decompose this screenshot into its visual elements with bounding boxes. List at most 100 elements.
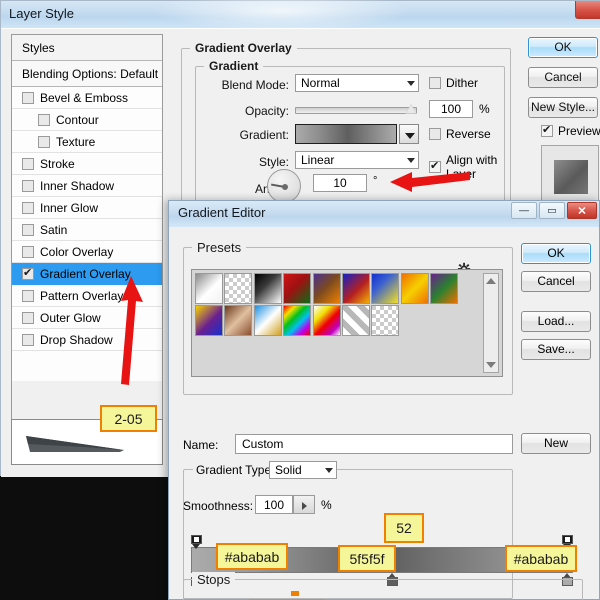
maximize-icon[interactable]: ▭: [539, 202, 565, 219]
style-row-satin[interactable]: Satin: [12, 219, 162, 241]
opacity-slider-track[interactable]: [295, 107, 417, 114]
scroll-down-icon[interactable]: [486, 362, 496, 368]
style-checkbox[interactable]: [22, 91, 34, 104]
style-label: Color Overlay: [40, 244, 114, 259]
angle-input[interactable]: 10: [313, 174, 367, 192]
smoothness-stepper[interactable]: [293, 495, 315, 514]
new-style-button[interactable]: New Style...: [528, 97, 598, 118]
style-row-contour[interactable]: Contour: [12, 109, 162, 131]
mid-stop-color-label: 5f5f5f: [338, 545, 396, 572]
ge-cancel-button[interactable]: Cancel: [521, 271, 591, 292]
blending-options-row[interactable]: Blending Options: Default: [12, 61, 162, 87]
preview-checkbox-row[interactable]: Preview: [541, 123, 600, 138]
close-icon[interactable]: [575, 1, 600, 19]
gradient-preview-swatch[interactable]: [295, 124, 397, 144]
style-row-bevel-emboss[interactable]: Bevel & Emboss: [12, 87, 162, 109]
gradient-type-select[interactable]: Solid: [269, 461, 337, 479]
align-with-layer-checkbox[interactable]: [429, 159, 441, 173]
style-label: Outer Glow: [40, 310, 101, 325]
style-row-inner-glow[interactable]: Inner Glow: [12, 197, 162, 219]
dither-checkbox[interactable]: [429, 77, 441, 89]
style-row-gradient-overlay[interactable]: Gradient Overlay: [12, 263, 162, 285]
layer-preview-box: [541, 145, 599, 207]
presets-list-box[interactable]: [191, 269, 503, 377]
gradient-style-value: Linear: [301, 153, 335, 167]
style-checkbox[interactable]: [38, 135, 50, 148]
wedge-shape-icon: [26, 436, 124, 452]
align-with-layer-row[interactable]: Align with Layer: [429, 153, 521, 181]
preset-swatch[interactable]: [195, 305, 223, 336]
presets-legend: Presets: [192, 240, 247, 255]
preset-swatch[interactable]: [312, 305, 341, 336]
preset-swatch[interactable]: [253, 305, 282, 336]
style-row-inner-shadow[interactable]: Inner Shadow: [12, 175, 162, 197]
style-checkbox[interactable]: [38, 113, 50, 126]
dither-checkbox-row[interactable]: Dither: [429, 76, 478, 90]
style-row-drop-shadow[interactable]: Drop Shadow: [12, 329, 162, 351]
style-row-outer-glow[interactable]: Outer Glow: [12, 307, 162, 329]
preset-swatch[interactable]: [283, 305, 312, 336]
style-checkbox[interactable]: [22, 157, 34, 170]
smoothness-input[interactable]: 100: [255, 495, 293, 514]
preset-swatch[interactable]: [430, 273, 459, 304]
style-checkbox[interactable]: [22, 333, 34, 346]
preset-swatch[interactable]: [312, 273, 341, 304]
style-row-pattern-overlay[interactable]: Pattern Overlay: [12, 285, 162, 307]
preset-swatch[interactable]: [341, 273, 370, 304]
gradient-style-select[interactable]: Linear: [295, 151, 419, 169]
ge-load-button[interactable]: Load...: [521, 311, 591, 332]
preset-swatch[interactable]: [371, 305, 400, 336]
style-row-stroke[interactable]: Stroke: [12, 153, 162, 175]
ok-button[interactable]: OK: [528, 37, 598, 58]
right-stop-color-label: #ababab: [505, 545, 577, 572]
opacity-stop-left[interactable]: [191, 535, 202, 549]
style-checkbox[interactable]: [22, 289, 34, 302]
ge-save-button[interactable]: Save...: [521, 339, 591, 360]
style-label: Inner Glow: [40, 200, 99, 215]
opacity-unit: %: [479, 102, 490, 116]
minimize-icon[interactable]: —: [511, 202, 537, 219]
style-checkbox[interactable]: [22, 311, 34, 324]
style-row-texture[interactable]: Texture: [12, 131, 162, 153]
gradient-editor-titlebar[interactable]: Gradient Editor — ▭ ✕: [169, 201, 599, 227]
gradient-type-value: Solid: [275, 463, 302, 477]
close-icon[interactable]: ✕: [567, 202, 597, 219]
preset-swatch[interactable]: [224, 305, 253, 336]
reverse-checkbox-row[interactable]: Reverse: [429, 127, 491, 141]
name-label: Name:: [183, 438, 219, 452]
style-checkbox[interactable]: [22, 223, 34, 236]
scroll-up-icon[interactable]: [486, 278, 496, 284]
preview-checkbox[interactable]: [541, 123, 553, 137]
ge-new-button[interactable]: New: [521, 433, 591, 454]
opacity-stop-pointer: [192, 544, 200, 549]
opacity-stop-swatch: [562, 535, 573, 544]
reverse-checkbox[interactable]: [429, 128, 441, 140]
preset-swatch[interactable]: [371, 273, 400, 304]
style-label: Satin: [40, 222, 68, 237]
titlebar-glow: [151, 0, 411, 31]
style-checkbox[interactable]: [22, 201, 34, 214]
name-input[interactable]: Custom: [235, 434, 513, 454]
style-checkbox[interactable]: [22, 266, 34, 280]
preset-swatch[interactable]: [224, 273, 253, 304]
ge-ok-button[interactable]: OK: [521, 243, 591, 264]
preset-swatch[interactable]: [283, 273, 312, 304]
style-checkbox[interactable]: [22, 245, 34, 258]
gradient-picker-dropdown[interactable]: [399, 124, 419, 144]
blend-mode-select[interactable]: Normal: [295, 74, 419, 92]
opacity-input[interactable]: 100: [429, 100, 473, 118]
preset-swatch[interactable]: [341, 305, 370, 336]
style-checkbox[interactable]: [22, 179, 34, 192]
cancel-button[interactable]: Cancel: [528, 67, 598, 88]
preset-swatch[interactable]: [253, 273, 282, 304]
gradient-style-label: Style:: [258, 155, 289, 169]
angle-dial[interactable]: [267, 169, 301, 203]
style-row-color-overlay[interactable]: Color Overlay: [12, 241, 162, 263]
layer-preview-square: [554, 160, 588, 194]
presets-scrollbar[interactable]: [483, 273, 499, 373]
layer-style-titlebar[interactable]: Layer Style: [1, 0, 600, 31]
gradient-overlay-legend: Gradient Overlay: [190, 41, 297, 55]
preset-swatch[interactable]: [195, 273, 223, 304]
preset-swatch[interactable]: [400, 273, 429, 304]
opacity-slider-thumb[interactable]: [405, 104, 417, 114]
